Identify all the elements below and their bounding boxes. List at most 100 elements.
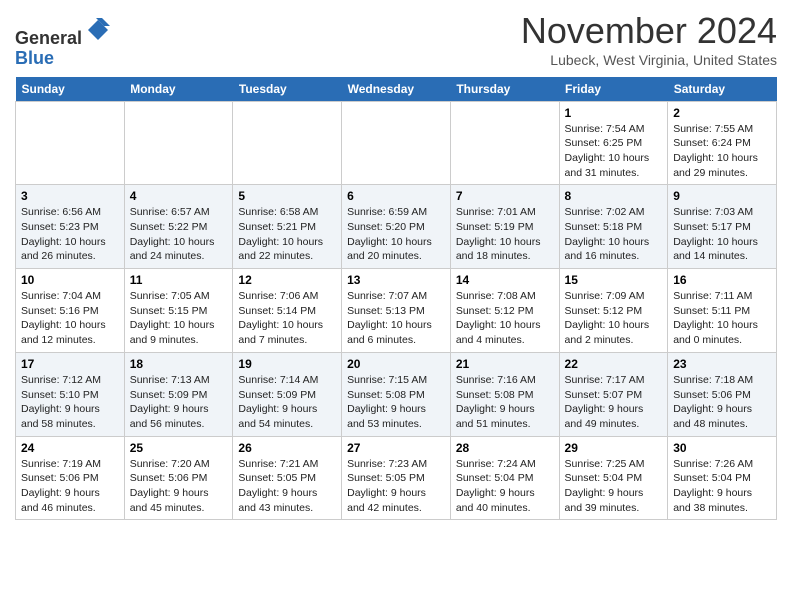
calendar-cell	[124, 101, 233, 185]
calendar-cell: 13Sunrise: 7:07 AM Sunset: 5:13 PM Dayli…	[342, 269, 451, 353]
calendar-cell: 2 Sunrise: 7:55 AM Sunset: 6:24 PM Daylig…	[668, 101, 777, 185]
day-info: Sunrise: 7:13 AM Sunset: 5:09 PM Dayligh…	[130, 373, 228, 432]
day-number: 3	[21, 189, 119, 203]
day-number: 23	[673, 357, 771, 371]
day-number: 10	[21, 273, 119, 287]
day-number: 1	[565, 106, 663, 120]
day-number: 2	[673, 106, 771, 120]
calendar-cell: 9 Sunrise: 7:03 AM Sunset: 5:17 PM Daylig…	[668, 185, 777, 269]
day-number: 18	[130, 357, 228, 371]
calendar-cell: 3 Sunrise: 6:56 AM Sunset: 5:23 PM Daylig…	[16, 185, 125, 269]
day-number: 16	[673, 273, 771, 287]
calendar-table: SundayMondayTuesdayWednesdayThursdayFrid…	[15, 77, 777, 521]
day-number: 17	[21, 357, 119, 371]
calendar-cell: 17Sunrise: 7:12 AM Sunset: 5:10 PM Dayli…	[16, 352, 125, 436]
day-number: 6	[347, 189, 445, 203]
calendar-cell: 16 Sunrise: 7:11 AM Sunset: 5:11 PM Dayli…	[668, 269, 777, 353]
calendar-cell: 1 Sunrise: 7:54 AM Sunset: 6:25 PM Daylig…	[559, 101, 668, 185]
calendar-cell: 19 Sunrise: 7:14 AM Sunset: 5:09 PM Dayli…	[233, 352, 342, 436]
day-info: Sunrise: 7:17 AM Sunset: 5:07 PM Dayligh…	[565, 373, 663, 432]
day-info: Sunrise: 7:02 AM Sunset: 5:18 PM Dayligh…	[565, 205, 663, 264]
day-info: Sunrise: 7:18 AM Sunset: 5:06 PM Dayligh…	[673, 373, 771, 432]
calendar-week-row: 24 Sunrise: 7:19 AM Sunset: 5:06 PM Dayli…	[16, 436, 777, 520]
day-info: Sunrise: 7:15 AM Sunset: 5:08 PM Dayligh…	[347, 373, 445, 432]
day-number: 7	[456, 189, 554, 203]
day-number: 21	[456, 357, 554, 371]
calendar-cell: 30 Sunrise: 7:26 AM Sunset: 5:04 PM Dayli…	[668, 436, 777, 520]
calendar-cell: 23 Sunrise: 7:18 AM Sunset: 5:06 PM Dayli…	[668, 352, 777, 436]
day-number: 28	[456, 441, 554, 455]
calendar-cell: 27 Sunrise: 7:23 AM Sunset: 5:05 PM Dayli…	[342, 436, 451, 520]
day-number: 26	[238, 441, 336, 455]
day-number: 27	[347, 441, 445, 455]
calendar-cell: 22 Sunrise: 7:17 AM Sunset: 5:07 PM Dayli…	[559, 352, 668, 436]
day-info: Sunrise: 7:23 AM Sunset: 5:05 PM Dayligh…	[347, 457, 445, 516]
weekday-header-sunday: Sunday	[16, 77, 125, 102]
title-block: November 2024 Lubeck, West Virginia, Uni…	[521, 10, 777, 68]
calendar-body: 1 Sunrise: 7:54 AM Sunset: 6:25 PM Daylig…	[16, 101, 777, 520]
day-info: Sunrise: 6:56 AM Sunset: 5:23 PM Dayligh…	[21, 205, 119, 264]
calendar-week-row: 17Sunrise: 7:12 AM Sunset: 5:10 PM Dayli…	[16, 352, 777, 436]
calendar-cell: 5 Sunrise: 6:58 AM Sunset: 5:21 PM Daylig…	[233, 185, 342, 269]
weekday-header-monday: Monday	[124, 77, 233, 102]
day-info: Sunrise: 7:07 AM Sunset: 5:13 PM Dayligh…	[347, 289, 445, 348]
day-info: Sunrise: 7:05 AM Sunset: 5:15 PM Dayligh…	[130, 289, 228, 348]
location: Lubeck, West Virginia, United States	[521, 52, 777, 68]
day-number: 25	[130, 441, 228, 455]
day-info: Sunrise: 7:25 AM Sunset: 5:04 PM Dayligh…	[565, 457, 663, 516]
day-info: Sunrise: 7:14 AM Sunset: 5:09 PM Dayligh…	[238, 373, 336, 432]
calendar-cell: 28 Sunrise: 7:24 AM Sunset: 5:04 PM Dayli…	[450, 436, 559, 520]
calendar-cell: 20Sunrise: 7:15 AM Sunset: 5:08 PM Dayli…	[342, 352, 451, 436]
day-number: 30	[673, 441, 771, 455]
day-info: Sunrise: 7:24 AM Sunset: 5:04 PM Dayligh…	[456, 457, 554, 516]
day-number: 9	[673, 189, 771, 203]
day-info: Sunrise: 7:08 AM Sunset: 5:12 PM Dayligh…	[456, 289, 554, 348]
day-info: Sunrise: 7:21 AM Sunset: 5:05 PM Dayligh…	[238, 457, 336, 516]
day-info: Sunrise: 7:03 AM Sunset: 5:17 PM Dayligh…	[673, 205, 771, 264]
day-info: Sunrise: 6:57 AM Sunset: 5:22 PM Dayligh…	[130, 205, 228, 264]
weekday-header-tuesday: Tuesday	[233, 77, 342, 102]
day-number: 19	[238, 357, 336, 371]
calendar-cell	[16, 101, 125, 185]
day-info: Sunrise: 7:54 AM Sunset: 6:25 PM Dayligh…	[565, 122, 663, 181]
calendar-week-row: 3 Sunrise: 6:56 AM Sunset: 5:23 PM Daylig…	[16, 185, 777, 269]
day-info: Sunrise: 6:58 AM Sunset: 5:21 PM Dayligh…	[238, 205, 336, 264]
day-info: Sunrise: 7:09 AM Sunset: 5:12 PM Dayligh…	[565, 289, 663, 348]
calendar-cell: 15 Sunrise: 7:09 AM Sunset: 5:12 PM Dayli…	[559, 269, 668, 353]
calendar-cell: 26 Sunrise: 7:21 AM Sunset: 5:05 PM Dayli…	[233, 436, 342, 520]
day-info: Sunrise: 7:01 AM Sunset: 5:19 PM Dayligh…	[456, 205, 554, 264]
day-info: Sunrise: 7:06 AM Sunset: 5:14 PM Dayligh…	[238, 289, 336, 348]
day-number: 8	[565, 189, 663, 203]
day-number: 5	[238, 189, 336, 203]
calendar-cell: 12Sunrise: 7:06 AM Sunset: 5:14 PM Dayli…	[233, 269, 342, 353]
day-info: Sunrise: 7:55 AM Sunset: 6:24 PM Dayligh…	[673, 122, 771, 181]
calendar-cell	[342, 101, 451, 185]
day-number: 24	[21, 441, 119, 455]
logo-icon	[84, 16, 112, 44]
day-info: Sunrise: 6:59 AM Sunset: 5:20 PM Dayligh…	[347, 205, 445, 264]
day-info: Sunrise: 7:20 AM Sunset: 5:06 PM Dayligh…	[130, 457, 228, 516]
day-number: 15	[565, 273, 663, 287]
day-info: Sunrise: 7:04 AM Sunset: 5:16 PM Dayligh…	[21, 289, 119, 348]
day-info: Sunrise: 7:11 AM Sunset: 5:11 PM Dayligh…	[673, 289, 771, 348]
day-number: 4	[130, 189, 228, 203]
calendar-cell: 8 Sunrise: 7:02 AM Sunset: 5:18 PM Daylig…	[559, 185, 668, 269]
day-number: 11	[130, 273, 228, 287]
calendar-cell: 29Sunrise: 7:25 AM Sunset: 5:04 PM Dayli…	[559, 436, 668, 520]
day-number: 22	[565, 357, 663, 371]
day-number: 14	[456, 273, 554, 287]
calendar-cell: 7 Sunrise: 7:01 AM Sunset: 5:19 PM Daylig…	[450, 185, 559, 269]
calendar-cell: 25 Sunrise: 7:20 AM Sunset: 5:06 PM Dayli…	[124, 436, 233, 520]
calendar-cell: 14 Sunrise: 7:08 AM Sunset: 5:12 PM Dayli…	[450, 269, 559, 353]
logo-general: General	[15, 28, 82, 48]
calendar-cell: 4 Sunrise: 6:57 AM Sunset: 5:22 PM Daylig…	[124, 185, 233, 269]
day-info: Sunrise: 7:19 AM Sunset: 5:06 PM Dayligh…	[21, 457, 119, 516]
weekday-header-friday: Friday	[559, 77, 668, 102]
calendar-cell: 10 Sunrise: 7:04 AM Sunset: 5:16 PM Dayli…	[16, 269, 125, 353]
day-info: Sunrise: 7:26 AM Sunset: 5:04 PM Dayligh…	[673, 457, 771, 516]
calendar-cell: 21 Sunrise: 7:16 AM Sunset: 5:08 PM Dayli…	[450, 352, 559, 436]
calendar-week-row: 10 Sunrise: 7:04 AM Sunset: 5:16 PM Dayli…	[16, 269, 777, 353]
calendar-cell	[233, 101, 342, 185]
calendar-cell: 11 Sunrise: 7:05 AM Sunset: 5:15 PM Dayli…	[124, 269, 233, 353]
day-info: Sunrise: 7:16 AM Sunset: 5:08 PM Dayligh…	[456, 373, 554, 432]
